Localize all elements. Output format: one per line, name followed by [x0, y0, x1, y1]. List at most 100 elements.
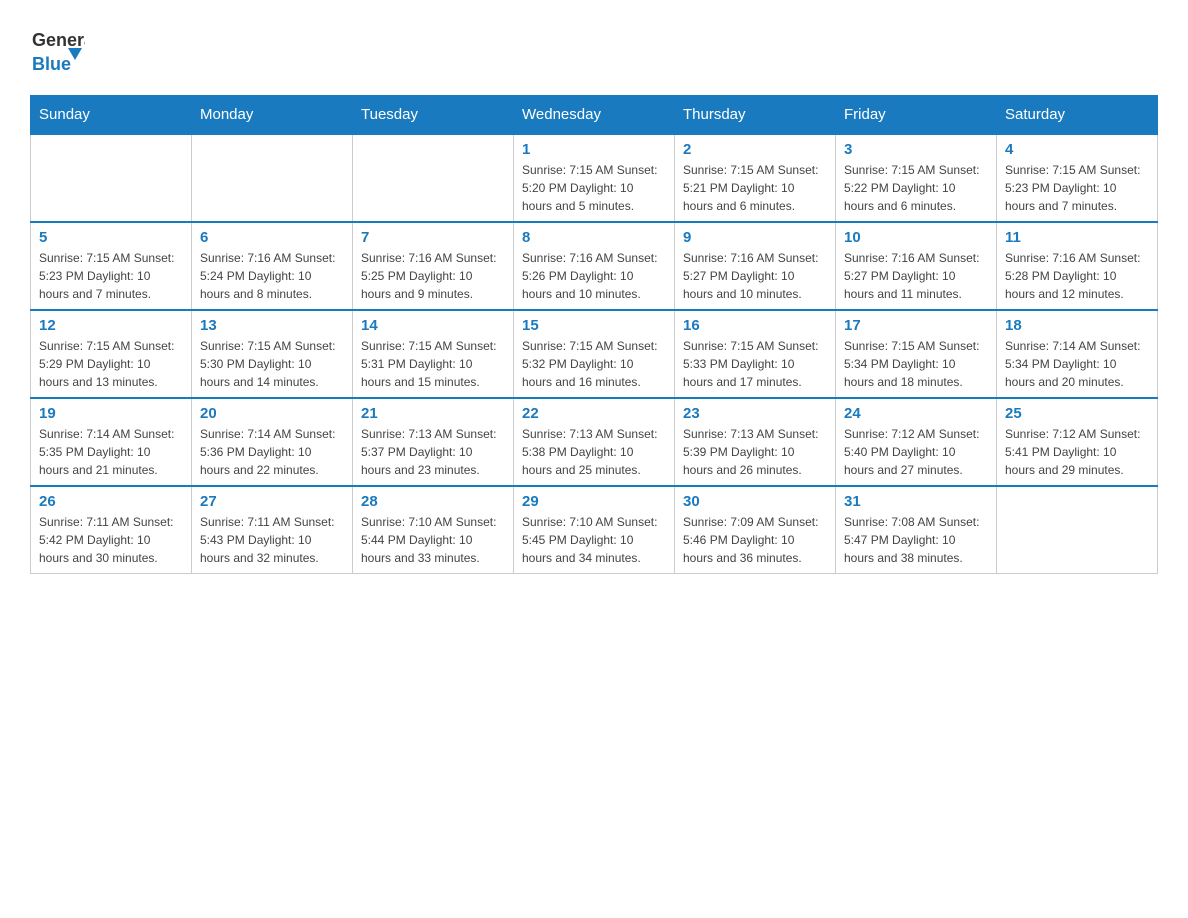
calendar-header-wednesday: Wednesday [514, 96, 675, 135]
day-number: 9 [683, 229, 827, 246]
day-number: 23 [683, 405, 827, 422]
calendar-cell: 8 Sunrise: 7:16 AM Sunset: 5:26 PM Daylig… [514, 222, 675, 310]
day-number: 5 [39, 229, 183, 246]
calendar-cell: 9 Sunrise: 7:16 AM Sunset: 5:27 PM Daylig… [675, 222, 836, 310]
day-info: Sunrise: 7:16 AM Sunset: 5:26 PM Dayligh… [522, 249, 666, 303]
calendar-cell: 13Sunrise: 7:15 AM Sunset: 5:30 PM Dayli… [192, 310, 353, 398]
calendar-cell [192, 134, 353, 222]
day-number: 13 [200, 317, 344, 334]
calendar-cell: 28 Sunrise: 7:10 AM Sunset: 5:44 PM Dayli… [353, 486, 514, 574]
day-number: 25 [1005, 405, 1149, 422]
day-number: 21 [361, 405, 505, 422]
calendar-header-thursday: Thursday [675, 96, 836, 135]
calendar-cell: 1 Sunrise: 7:15 AM Sunset: 5:20 PM Daylig… [514, 134, 675, 222]
day-number: 26 [39, 493, 183, 510]
day-number: 11 [1005, 229, 1149, 246]
day-number: 20 [200, 405, 344, 422]
day-number: 2 [683, 141, 827, 158]
day-number: 15 [522, 317, 666, 334]
day-number: 29 [522, 493, 666, 510]
day-number: 6 [200, 229, 344, 246]
day-info: Sunrise: 7:10 AM Sunset: 5:44 PM Dayligh… [361, 513, 505, 567]
day-number: 27 [200, 493, 344, 510]
calendar-cell: 31 Sunrise: 7:08 AM Sunset: 5:47 PM Dayli… [836, 486, 997, 574]
calendar-cell: 16 Sunrise: 7:15 AM Sunset: 5:33 PM Dayli… [675, 310, 836, 398]
calendar-cell [353, 134, 514, 222]
day-number: 19 [39, 405, 183, 422]
day-info: Sunrise: 7:13 AM Sunset: 5:38 PM Dayligh… [522, 425, 666, 479]
calendar-cell: 29 Sunrise: 7:10 AM Sunset: 5:45 PM Dayli… [514, 486, 675, 574]
day-info: Sunrise: 7:15 AM Sunset: 5:20 PM Dayligh… [522, 161, 666, 215]
calendar-header-monday: Monday [192, 96, 353, 135]
day-number: 7 [361, 229, 505, 246]
day-info: Sunrise: 7:14 AM Sunset: 5:35 PM Dayligh… [39, 425, 183, 479]
calendar-cell [997, 486, 1158, 574]
calendar-cell: 18 Sunrise: 7:14 AM Sunset: 5:34 PM Dayli… [997, 310, 1158, 398]
calendar-header-friday: Friday [836, 96, 997, 135]
day-info: Sunrise: 7:15 AM Sunset: 5:22 PM Dayligh… [844, 161, 988, 215]
day-number: 31 [844, 493, 988, 510]
day-number: 17 [844, 317, 988, 334]
calendar-cell: 6 Sunrise: 7:16 AM Sunset: 5:24 PM Daylig… [192, 222, 353, 310]
svg-text:Blue: Blue [32, 54, 71, 74]
calendar-cell: 14Sunrise: 7:15 AM Sunset: 5:31 PM Dayli… [353, 310, 514, 398]
calendar-cell: 5 Sunrise: 7:15 AM Sunset: 5:23 PM Daylig… [31, 222, 192, 310]
calendar-cell: 17 Sunrise: 7:15 AM Sunset: 5:34 PM Dayli… [836, 310, 997, 398]
calendar-header-tuesday: Tuesday [353, 96, 514, 135]
calendar-cell: 15Sunrise: 7:15 AM Sunset: 5:32 PM Dayli… [514, 310, 675, 398]
day-info: Sunrise: 7:15 AM Sunset: 5:29 PM Dayligh… [39, 337, 183, 391]
calendar-table: SundayMondayTuesdayWednesdayThursdayFrid… [30, 95, 1158, 574]
day-info: Sunrise: 7:13 AM Sunset: 5:39 PM Dayligh… [683, 425, 827, 479]
day-number: 30 [683, 493, 827, 510]
day-info: Sunrise: 7:11 AM Sunset: 5:42 PM Dayligh… [39, 513, 183, 567]
day-info: Sunrise: 7:14 AM Sunset: 5:34 PM Dayligh… [1005, 337, 1149, 391]
day-number: 18 [1005, 317, 1149, 334]
day-info: Sunrise: 7:16 AM Sunset: 5:27 PM Dayligh… [683, 249, 827, 303]
calendar-cell: 20Sunrise: 7:14 AM Sunset: 5:36 PM Dayli… [192, 398, 353, 486]
calendar-cell: 24 Sunrise: 7:12 AM Sunset: 5:40 PM Dayli… [836, 398, 997, 486]
calendar-cell: 27 Sunrise: 7:11 AM Sunset: 5:43 PM Dayli… [192, 486, 353, 574]
calendar-cell: 22Sunrise: 7:13 AM Sunset: 5:38 PM Dayli… [514, 398, 675, 486]
day-info: Sunrise: 7:13 AM Sunset: 5:37 PM Dayligh… [361, 425, 505, 479]
day-info: Sunrise: 7:16 AM Sunset: 5:27 PM Dayligh… [844, 249, 988, 303]
day-info: Sunrise: 7:12 AM Sunset: 5:40 PM Dayligh… [844, 425, 988, 479]
day-info: Sunrise: 7:15 AM Sunset: 5:23 PM Dayligh… [39, 249, 183, 303]
calendar-week-row: 12 Sunrise: 7:15 AM Sunset: 5:29 PM Dayli… [31, 310, 1158, 398]
day-number: 24 [844, 405, 988, 422]
day-info: Sunrise: 7:10 AM Sunset: 5:45 PM Dayligh… [522, 513, 666, 567]
calendar-cell: 11Sunrise: 7:16 AM Sunset: 5:28 PM Dayli… [997, 222, 1158, 310]
calendar-cell: 21 Sunrise: 7:13 AM Sunset: 5:37 PM Dayli… [353, 398, 514, 486]
day-info: Sunrise: 7:08 AM Sunset: 5:47 PM Dayligh… [844, 513, 988, 567]
day-number: 28 [361, 493, 505, 510]
calendar-header-sunday: Sunday [31, 96, 192, 135]
svg-text:General: General [32, 30, 85, 50]
calendar-cell: 3 Sunrise: 7:15 AM Sunset: 5:22 PM Daylig… [836, 134, 997, 222]
calendar-cell: 30 Sunrise: 7:09 AM Sunset: 5:46 PM Dayli… [675, 486, 836, 574]
day-info: Sunrise: 7:16 AM Sunset: 5:25 PM Dayligh… [361, 249, 505, 303]
day-info: Sunrise: 7:15 AM Sunset: 5:33 PM Dayligh… [683, 337, 827, 391]
calendar-cell: 12 Sunrise: 7:15 AM Sunset: 5:29 PM Dayli… [31, 310, 192, 398]
calendar-cell: 7 Sunrise: 7:16 AM Sunset: 5:25 PM Daylig… [353, 222, 514, 310]
calendar-cell: 10 Sunrise: 7:16 AM Sunset: 5:27 PM Dayli… [836, 222, 997, 310]
day-number: 8 [522, 229, 666, 246]
calendar-week-row: 26 Sunrise: 7:11 AM Sunset: 5:42 PM Dayli… [31, 486, 1158, 574]
day-number: 3 [844, 141, 988, 158]
calendar-cell: 23 Sunrise: 7:13 AM Sunset: 5:39 PM Dayli… [675, 398, 836, 486]
day-info: Sunrise: 7:15 AM Sunset: 5:34 PM Dayligh… [844, 337, 988, 391]
day-number: 1 [522, 141, 666, 158]
day-number: 12 [39, 317, 183, 334]
day-number: 14 [361, 317, 505, 334]
day-info: Sunrise: 7:16 AM Sunset: 5:24 PM Dayligh… [200, 249, 344, 303]
calendar-cell: 4Sunrise: 7:15 AM Sunset: 5:23 PM Daylig… [997, 134, 1158, 222]
day-number: 16 [683, 317, 827, 334]
day-info: Sunrise: 7:09 AM Sunset: 5:46 PM Dayligh… [683, 513, 827, 567]
day-info: Sunrise: 7:11 AM Sunset: 5:43 PM Dayligh… [200, 513, 344, 567]
calendar-cell: 19 Sunrise: 7:14 AM Sunset: 5:35 PM Dayli… [31, 398, 192, 486]
logo: General Blue [30, 20, 85, 75]
day-number: 10 [844, 229, 988, 246]
calendar-cell: 26 Sunrise: 7:11 AM Sunset: 5:42 PM Dayli… [31, 486, 192, 574]
page-header: General Blue [30, 20, 1158, 75]
calendar-header-saturday: Saturday [997, 96, 1158, 135]
calendar-week-row: 1 Sunrise: 7:15 AM Sunset: 5:20 PM Daylig… [31, 134, 1158, 222]
calendar-cell: 2Sunrise: 7:15 AM Sunset: 5:21 PM Daylig… [675, 134, 836, 222]
